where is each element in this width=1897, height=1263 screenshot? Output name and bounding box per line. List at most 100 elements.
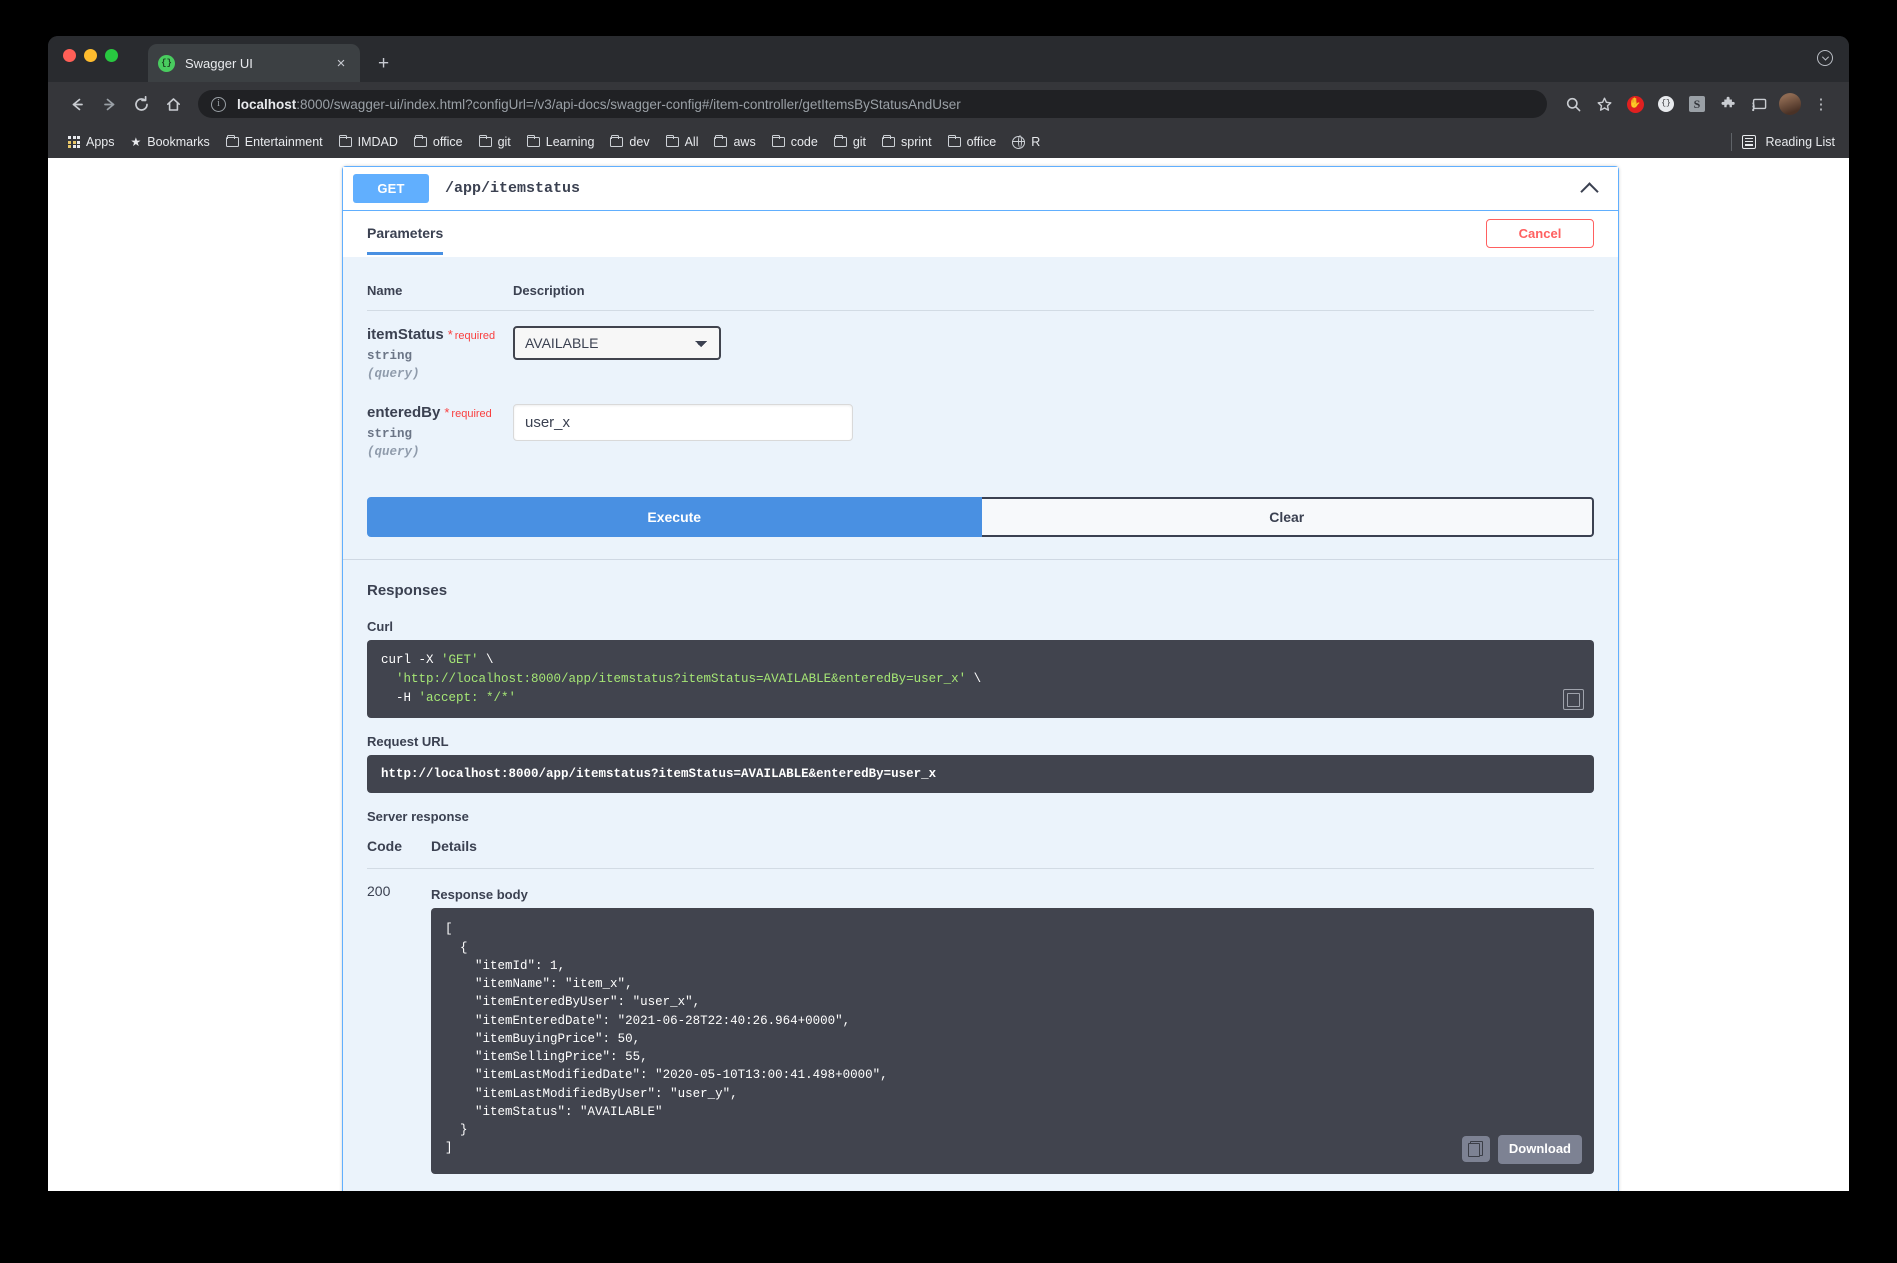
maximize-window-button[interactable] [105,49,118,62]
tab-parameters[interactable]: Parameters [367,225,444,255]
cast-icon[interactable] [1745,90,1773,118]
curl-line1-tail: \ [478,653,494,667]
url-host: localhost [237,96,297,112]
site-info-icon[interactable]: i [211,96,226,112]
http-method-badge: GET [353,174,429,203]
swagger-favicon-icon [158,54,175,72]
url-path: :8000/swagger-ui/index.html?configUrl=/v… [296,96,961,112]
bookmark-bookmarks[interactable]: ★ Bookmarks [123,132,218,152]
tab-strip-right-controls [1817,50,1833,66]
bookmark-entertainment[interactable]: Entertainment [218,132,331,152]
col-header-code: Code [367,838,431,870]
home-button[interactable] [158,89,188,119]
bookmark-dev[interactable]: dev [602,132,657,152]
new-tab-button[interactable]: + [378,54,389,73]
reload-button[interactable] [126,89,156,119]
parameters-table: Name Description itemStatus * required str… [367,283,1594,467]
chevron-up-icon[interactable] [1580,181,1599,201]
response-headers-label: Response headers [431,1190,1594,1192]
address-bar[interactable]: i localhost:8000/swagger-ui/index.html?c… [198,90,1547,118]
bookmark-label: dev [629,135,650,149]
col-header-description: Description [513,283,1594,311]
tab-title: Swagger UI [185,55,253,71]
browser-tab-swagger-ui[interactable]: Swagger UI × [148,44,360,82]
bookmark-git[interactable]: git [471,132,519,152]
enteredby-input[interactable] [513,404,853,441]
cancel-button[interactable]: Cancel [1486,219,1594,248]
bookmark-label: Bookmarks [147,135,210,149]
bookmark-all[interactable]: All [658,132,707,152]
bookmark-git-2[interactable]: git [826,132,874,152]
bookmark-label: Apps [86,135,115,149]
reading-list-area: Reading List [1730,133,1836,151]
parameters-tab-row: Parameters Cancel [343,211,1618,257]
folder-icon [526,134,540,147]
close-window-button[interactable] [63,49,76,62]
download-button[interactable]: Download [1497,1134,1582,1164]
extensions-puzzle-icon[interactable] [1714,90,1742,118]
parameter-meta: enteredBy * required string (query) [367,389,513,467]
response-status-code: 200 [367,883,391,900]
itemstatus-select[interactable]: AVAILABLE SOLD RESERVED [513,326,721,360]
minimize-window-button[interactable] [84,49,97,62]
parameter-meta: itemStatus * required string (query) [367,311,513,390]
folder-icon [225,134,239,147]
response-body-label: Response body [431,887,528,903]
search-icon[interactable] [1559,90,1587,118]
folder-icon [833,134,847,147]
parameter-type: string [367,349,413,363]
copy-icon[interactable] [1461,1136,1490,1163]
opblock-get-app-itemstatus: GET /app/itemstatus Parameters Cancel Na… [342,166,1619,1191]
parameter-name: itemStatus [367,326,444,343]
bookmark-label: IMDAD [357,135,398,149]
bookmark-label: aws [733,135,756,149]
bookmark-learning[interactable]: Learning [519,132,603,152]
extension-s-icon[interactable]: S [1683,90,1711,118]
address-bar-url: localhost:8000/swagger-ui/index.html?con… [237,97,961,112]
bookmark-office-2[interactable]: office [940,132,1005,152]
extension-swagger-icon[interactable]: {} [1652,90,1680,118]
bookmark-aws[interactable]: aws [706,132,763,152]
chrome-menu-icon[interactable]: ⋮ [1807,90,1835,118]
request-url-section: Request URL http://localhost:8000/app/it… [343,718,1618,794]
forward-button[interactable] [94,89,124,119]
folder-icon [882,134,896,147]
parameters-header-row: Name Description [367,283,1594,311]
bookmark-apps[interactable]: Apps [60,132,123,152]
curl-section: Curl curl -X 'GET' \ 'http://localhost:8… [343,599,1618,719]
extension-adblock-icon[interactable]: ✋ [1621,90,1649,118]
close-tab-icon[interactable]: × [332,56,350,71]
browser-window: Swagger UI × + i localhost:8000/swagger-… [48,36,1849,1191]
avatar[interactable] [1776,90,1804,118]
bookmark-label: sprint [901,135,932,149]
folder-icon [947,134,961,147]
folder-icon [338,134,352,147]
back-button[interactable] [62,89,92,119]
parameters-section: Name Description itemStatus * required str… [343,257,1618,467]
bookmark-office[interactable]: office [406,132,471,152]
tab-strip: Swagger UI × + [48,36,1849,82]
curl-cmd: curl -X [381,653,442,667]
chevron-down-icon[interactable] [1817,50,1833,66]
opblock-summary[interactable]: GET /app/itemstatus [343,167,1618,211]
clear-button[interactable]: Clear [981,497,1594,537]
bookmark-r[interactable]: R [1004,132,1048,152]
bookmark-label: Learning [545,135,595,149]
bookmark-sprint[interactable]: sprint [874,132,940,152]
curl-code-block: curl -X 'GET' \ 'http://localhost:8000/a… [367,640,1594,719]
bookmark-imdad[interactable]: IMDAD [331,132,406,152]
bookmark-star-icon[interactable] [1590,90,1618,118]
execute-button[interactable]: Execute [367,497,982,537]
bookmark-code[interactable]: code [764,132,826,152]
copy-icon[interactable] [1563,689,1584,711]
reading-list-button[interactable]: Reading List [1766,135,1836,149]
star-icon: ★ [130,135,142,149]
folder-icon [665,134,679,147]
required-label: required [451,408,492,420]
folder-icon [610,134,624,147]
curl-line2-tail: \ [966,671,982,686]
parameter-location: (query) [367,445,420,459]
bookmark-label: Entertainment [244,135,323,149]
folder-icon [413,134,427,147]
operation-path: /app/itemstatus [445,180,581,197]
